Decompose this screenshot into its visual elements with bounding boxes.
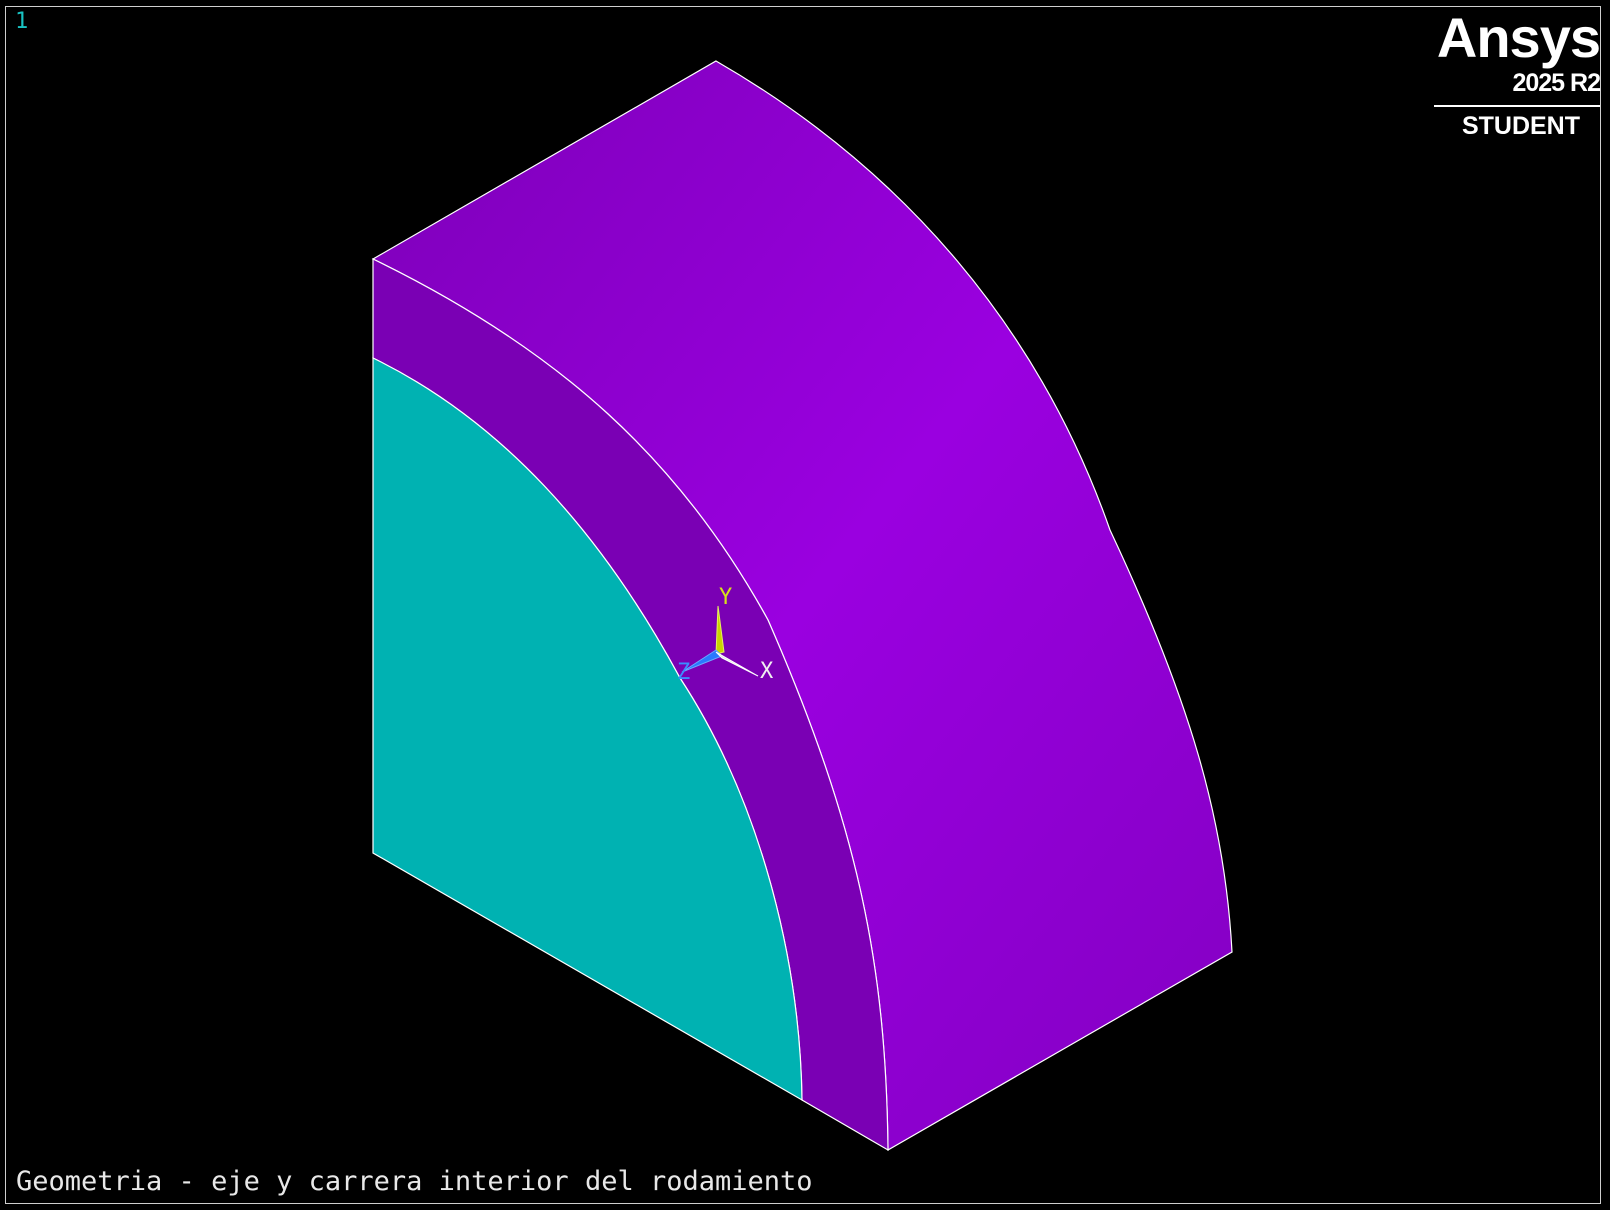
graphics-viewport[interactable]: Y Z X 1 Ansys 2025 R2 STUDENT Geometria … — [0, 0, 1610, 1210]
triad-z-label: Z — [677, 660, 690, 685]
logo-name: Ansys — [1436, 6, 1601, 69]
ansys-logo: Ansys 2025 R2 STUDENT — [1430, 6, 1601, 140]
logo-edition: STUDENT — [1461, 112, 1580, 140]
logo-version: 2025 R2 — [1512, 69, 1601, 97]
logo-divider — [1434, 105, 1600, 107]
window-number: 1 — [15, 9, 29, 34]
triad-x-label: X — [760, 659, 774, 684]
triad-y-label: Y — [719, 585, 732, 610]
geometry-model[interactable]: Y Z X — [0, 0, 1610, 1210]
plot-title: Geometria - eje y carrera interior del r… — [16, 1166, 813, 1197]
